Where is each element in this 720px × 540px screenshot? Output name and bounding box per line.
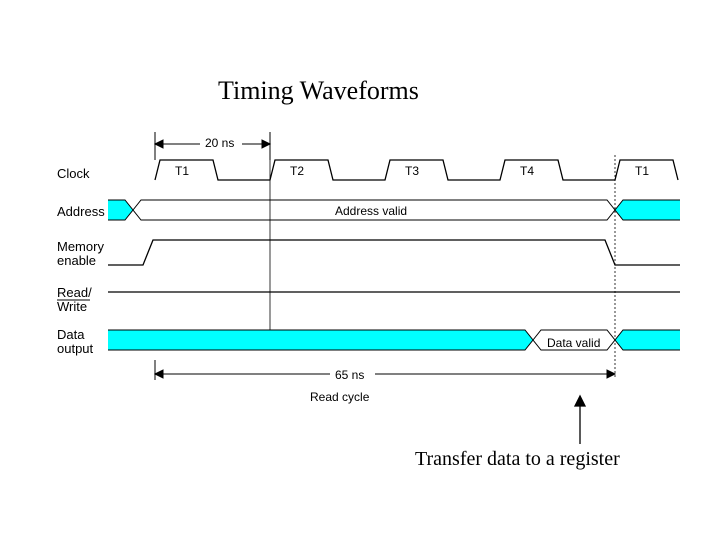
timing-diagram <box>0 0 720 540</box>
